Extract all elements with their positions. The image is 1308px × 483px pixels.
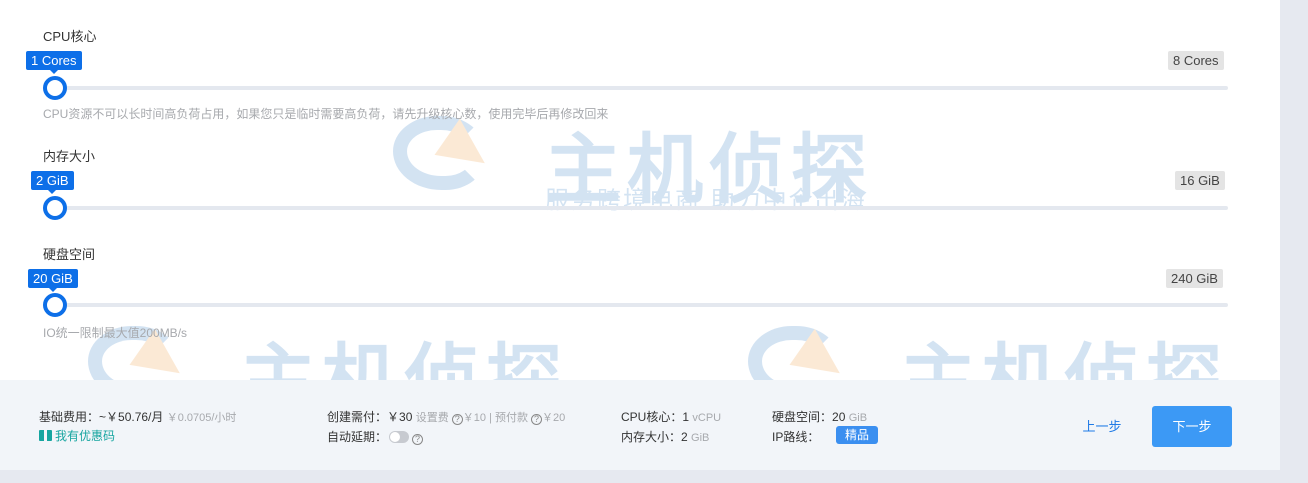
config-panel: 主机侦探 服务跨境电商 助力中企出海 主机侦探 服务跨境电商 助力中企出海 主机… [0, 0, 1280, 470]
disk-slider-thumb[interactable] [43, 293, 67, 317]
memory-summary-unit: GiB [691, 432, 710, 444]
cpu-summary-value: 1 [682, 410, 690, 424]
auto-renew-label: 自动延期： [327, 430, 388, 444]
memory-min-badge: 2 GiB [31, 171, 74, 194]
create-fee-label: 创建需付： [327, 410, 388, 424]
cpu-summary: CPU核心：1 vCPU [621, 408, 721, 425]
base-fee: 基础费用：~￥50.76/月 ￥0.0705/小时 [39, 408, 236, 425]
disk-summary-unit: GiB [848, 412, 868, 424]
memory-slider-thumb[interactable] [43, 196, 67, 220]
prev-step-button[interactable]: 上一步 [1070, 407, 1134, 447]
disk-min-badge: 20 GiB [28, 269, 78, 292]
watermark-title: 主机侦探 [545, 125, 873, 214]
disk-hint: IO统一限制最大值200MB/s [43, 326, 188, 340]
watermark-center: 主机侦探 服务跨境电商 助力中企出海 [385, 110, 867, 220]
ip-line-label: IP路线： [772, 430, 820, 444]
prepay-value: ￥20 [541, 412, 566, 424]
disk-label: 硬盘空间 [43, 247, 96, 262]
base-fee-value: ~￥50.76/月 [99, 410, 164, 424]
cpu-min-badge: 1 Cores [26, 51, 82, 74]
page-background-strip [0, 470, 1308, 483]
disk-slider-track[interactable] [55, 303, 1228, 307]
memory-summary-label: 内存大小： [621, 430, 682, 444]
cpu-slider-track[interactable] [55, 86, 1228, 90]
memory-slider-track[interactable] [55, 206, 1228, 210]
cpu-label: CPU核心 [43, 29, 97, 44]
cpu-hint: CPU资源不可以长时间高负荷占用，如果您只是临时需要高负荷，请先升级核心数，使用… [43, 107, 609, 121]
cpu-max-badge: 8 Cores [1168, 51, 1224, 70]
base-fee-label: 基础费用： [39, 410, 100, 424]
coupon-label: 我有优惠码 [55, 429, 116, 443]
memory-summary: 内存大小：2 GiB [621, 428, 709, 445]
gift-icon [39, 430, 52, 441]
help-icon[interactable]: ? [530, 414, 542, 425]
prepay-label: 预付款 [494, 412, 528, 424]
disk-summary: 硬盘空间：20 GiB [772, 408, 867, 425]
memory-summary-value: 2 [681, 430, 688, 444]
disk-summary-value: 20 [832, 410, 846, 424]
setup-fee-value: ￥10 [462, 412, 486, 424]
auto-renew: 自动延期：? [327, 428, 424, 445]
scrollbar[interactable] [1280, 0, 1308, 483]
help-icon[interactable]: ? [412, 434, 424, 445]
cpu-summary-unit: vCPU [692, 412, 722, 424]
create-fee-value: ￥30 [387, 410, 413, 424]
watermark-logo-icon [385, 110, 515, 200]
auto-renew-toggle[interactable] [389, 431, 410, 443]
create-fee: 创建需付：￥30 设置费? ￥10 | 预付款? ￥20 [327, 410, 566, 425]
help-icon[interactable]: ? [451, 414, 463, 425]
memory-label: 内存大小 [43, 149, 96, 164]
disk-summary-label: 硬盘空间： [772, 410, 833, 424]
setup-fee-label: 设置费 [415, 412, 449, 424]
disk-max-badge: 240 GiB [1166, 269, 1223, 288]
ip-line-badge: 精品 [836, 426, 879, 444]
cpu-summary-label: CPU核心： [621, 410, 683, 424]
cpu-slider-thumb[interactable] [43, 76, 67, 100]
memory-max-badge: 16 GiB [1175, 171, 1225, 190]
coupon-link[interactable]: 我有优惠码 [39, 427, 115, 444]
base-fee-hourly: ￥0.0705/小时 [166, 412, 237, 424]
next-step-button[interactable]: 下一步 [1152, 406, 1232, 447]
